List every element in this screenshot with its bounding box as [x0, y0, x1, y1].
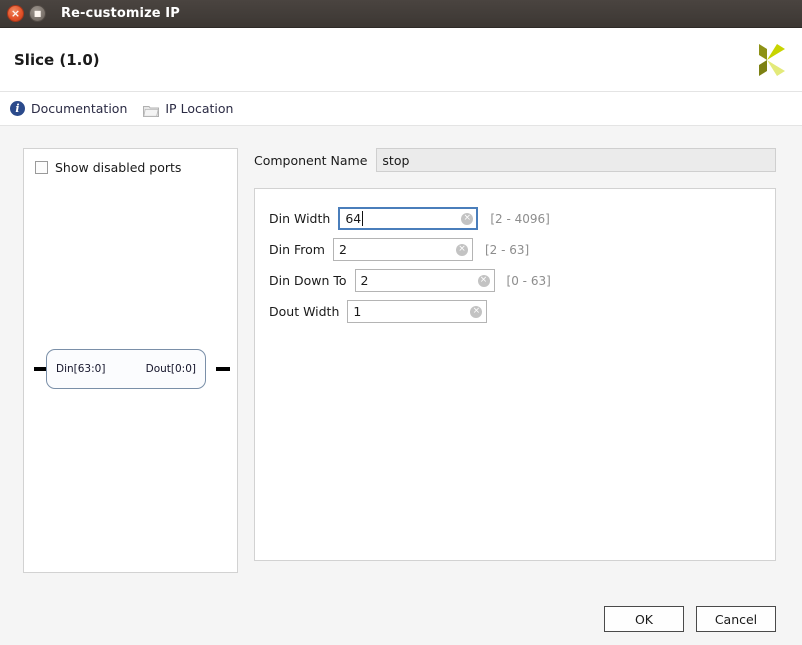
ip-block-diagram: Din[63:0] Dout[0:0]: [34, 349, 230, 389]
ports-panel: Show disabled ports Din[63:0] Dout[0:0]: [23, 148, 238, 573]
ip-block[interactable]: Din[63:0] Dout[0:0]: [46, 349, 206, 389]
output-port-stub: [216, 367, 230, 371]
clear-icon[interactable]: ×: [456, 244, 468, 256]
show-disabled-ports-checkbox[interactable]: [35, 161, 48, 174]
close-icon: ×: [8, 6, 23, 21]
param-label: Din From: [269, 242, 325, 257]
param-range-hint: [2 - 63]: [485, 243, 529, 257]
ok-button[interactable]: OK: [604, 606, 684, 632]
page-title: Slice (1.0): [14, 51, 100, 69]
param-field-wrapper: ×: [338, 207, 478, 230]
component-name-row: Component Name: [254, 148, 776, 172]
param-field-wrapper: ×: [333, 238, 473, 261]
output-port-label: Dout[0:0]: [146, 363, 196, 375]
param-label: Dout Width: [269, 304, 339, 319]
settings-column: Component Name Din Width × [2 - 4096] D: [254, 140, 790, 593]
param-field-wrapper: ×: [355, 269, 495, 292]
ip-location-label: IP Location: [165, 101, 233, 116]
param-field-wrapper: ×: [347, 300, 487, 323]
maximize-icon: ■: [30, 6, 45, 21]
dialog-body: Show disabled ports Din[63:0] Dout[0:0] …: [0, 126, 802, 593]
dialog-footer: OK Cancel: [0, 593, 802, 645]
param-range-hint: [2 - 4096]: [490, 212, 550, 226]
param-row: Dout Width ×: [255, 296, 775, 327]
param-label: Din Width: [269, 211, 330, 226]
maximize-button[interactable]: ■: [29, 5, 46, 22]
documentation-link[interactable]: i Documentation: [10, 101, 127, 116]
show-disabled-ports-label: Show disabled ports: [55, 160, 181, 175]
dout-width-input[interactable]: [347, 300, 487, 323]
text-caret: [362, 211, 363, 226]
parameters-panel: Din Width × [2 - 4096] Din From × [: [254, 188, 776, 561]
clear-icon[interactable]: ×: [470, 306, 482, 318]
din-down-to-input[interactable]: [355, 269, 495, 292]
input-port-label: Din[63:0]: [56, 363, 105, 375]
re-customize-ip-dialog: × ■ Re-customize IP Slice (1.0) i Docume…: [0, 0, 802, 645]
param-range-hint: [0 - 63]: [507, 274, 551, 288]
ip-location-link[interactable]: IP Location: [143, 101, 233, 116]
param-label: Din Down To: [269, 273, 347, 288]
window-title: Re-customize IP: [61, 6, 180, 21]
component-name-input[interactable]: [376, 148, 776, 172]
info-icon: i: [10, 101, 25, 116]
documentation-label: Documentation: [31, 101, 127, 116]
dialog-toolbar: i Documentation IP Location: [0, 92, 802, 126]
param-row: Din From × [2 - 63]: [255, 234, 775, 265]
cancel-button[interactable]: Cancel: [696, 606, 776, 632]
dialog-header: Slice (1.0): [0, 28, 802, 92]
close-button[interactable]: ×: [7, 5, 24, 22]
show-disabled-ports-row[interactable]: Show disabled ports: [24, 149, 237, 175]
clear-icon[interactable]: ×: [461, 213, 473, 225]
param-row: Din Down To × [0 - 63]: [255, 265, 775, 296]
din-width-input[interactable]: [338, 207, 478, 230]
xilinx-logo: [746, 40, 788, 80]
din-from-input[interactable]: [333, 238, 473, 261]
param-row: Din Width × [2 - 4096]: [255, 203, 775, 234]
folder-icon: [143, 102, 159, 115]
component-name-label: Component Name: [254, 153, 367, 168]
title-bar: × ■ Re-customize IP: [0, 0, 802, 28]
clear-icon[interactable]: ×: [478, 275, 490, 287]
